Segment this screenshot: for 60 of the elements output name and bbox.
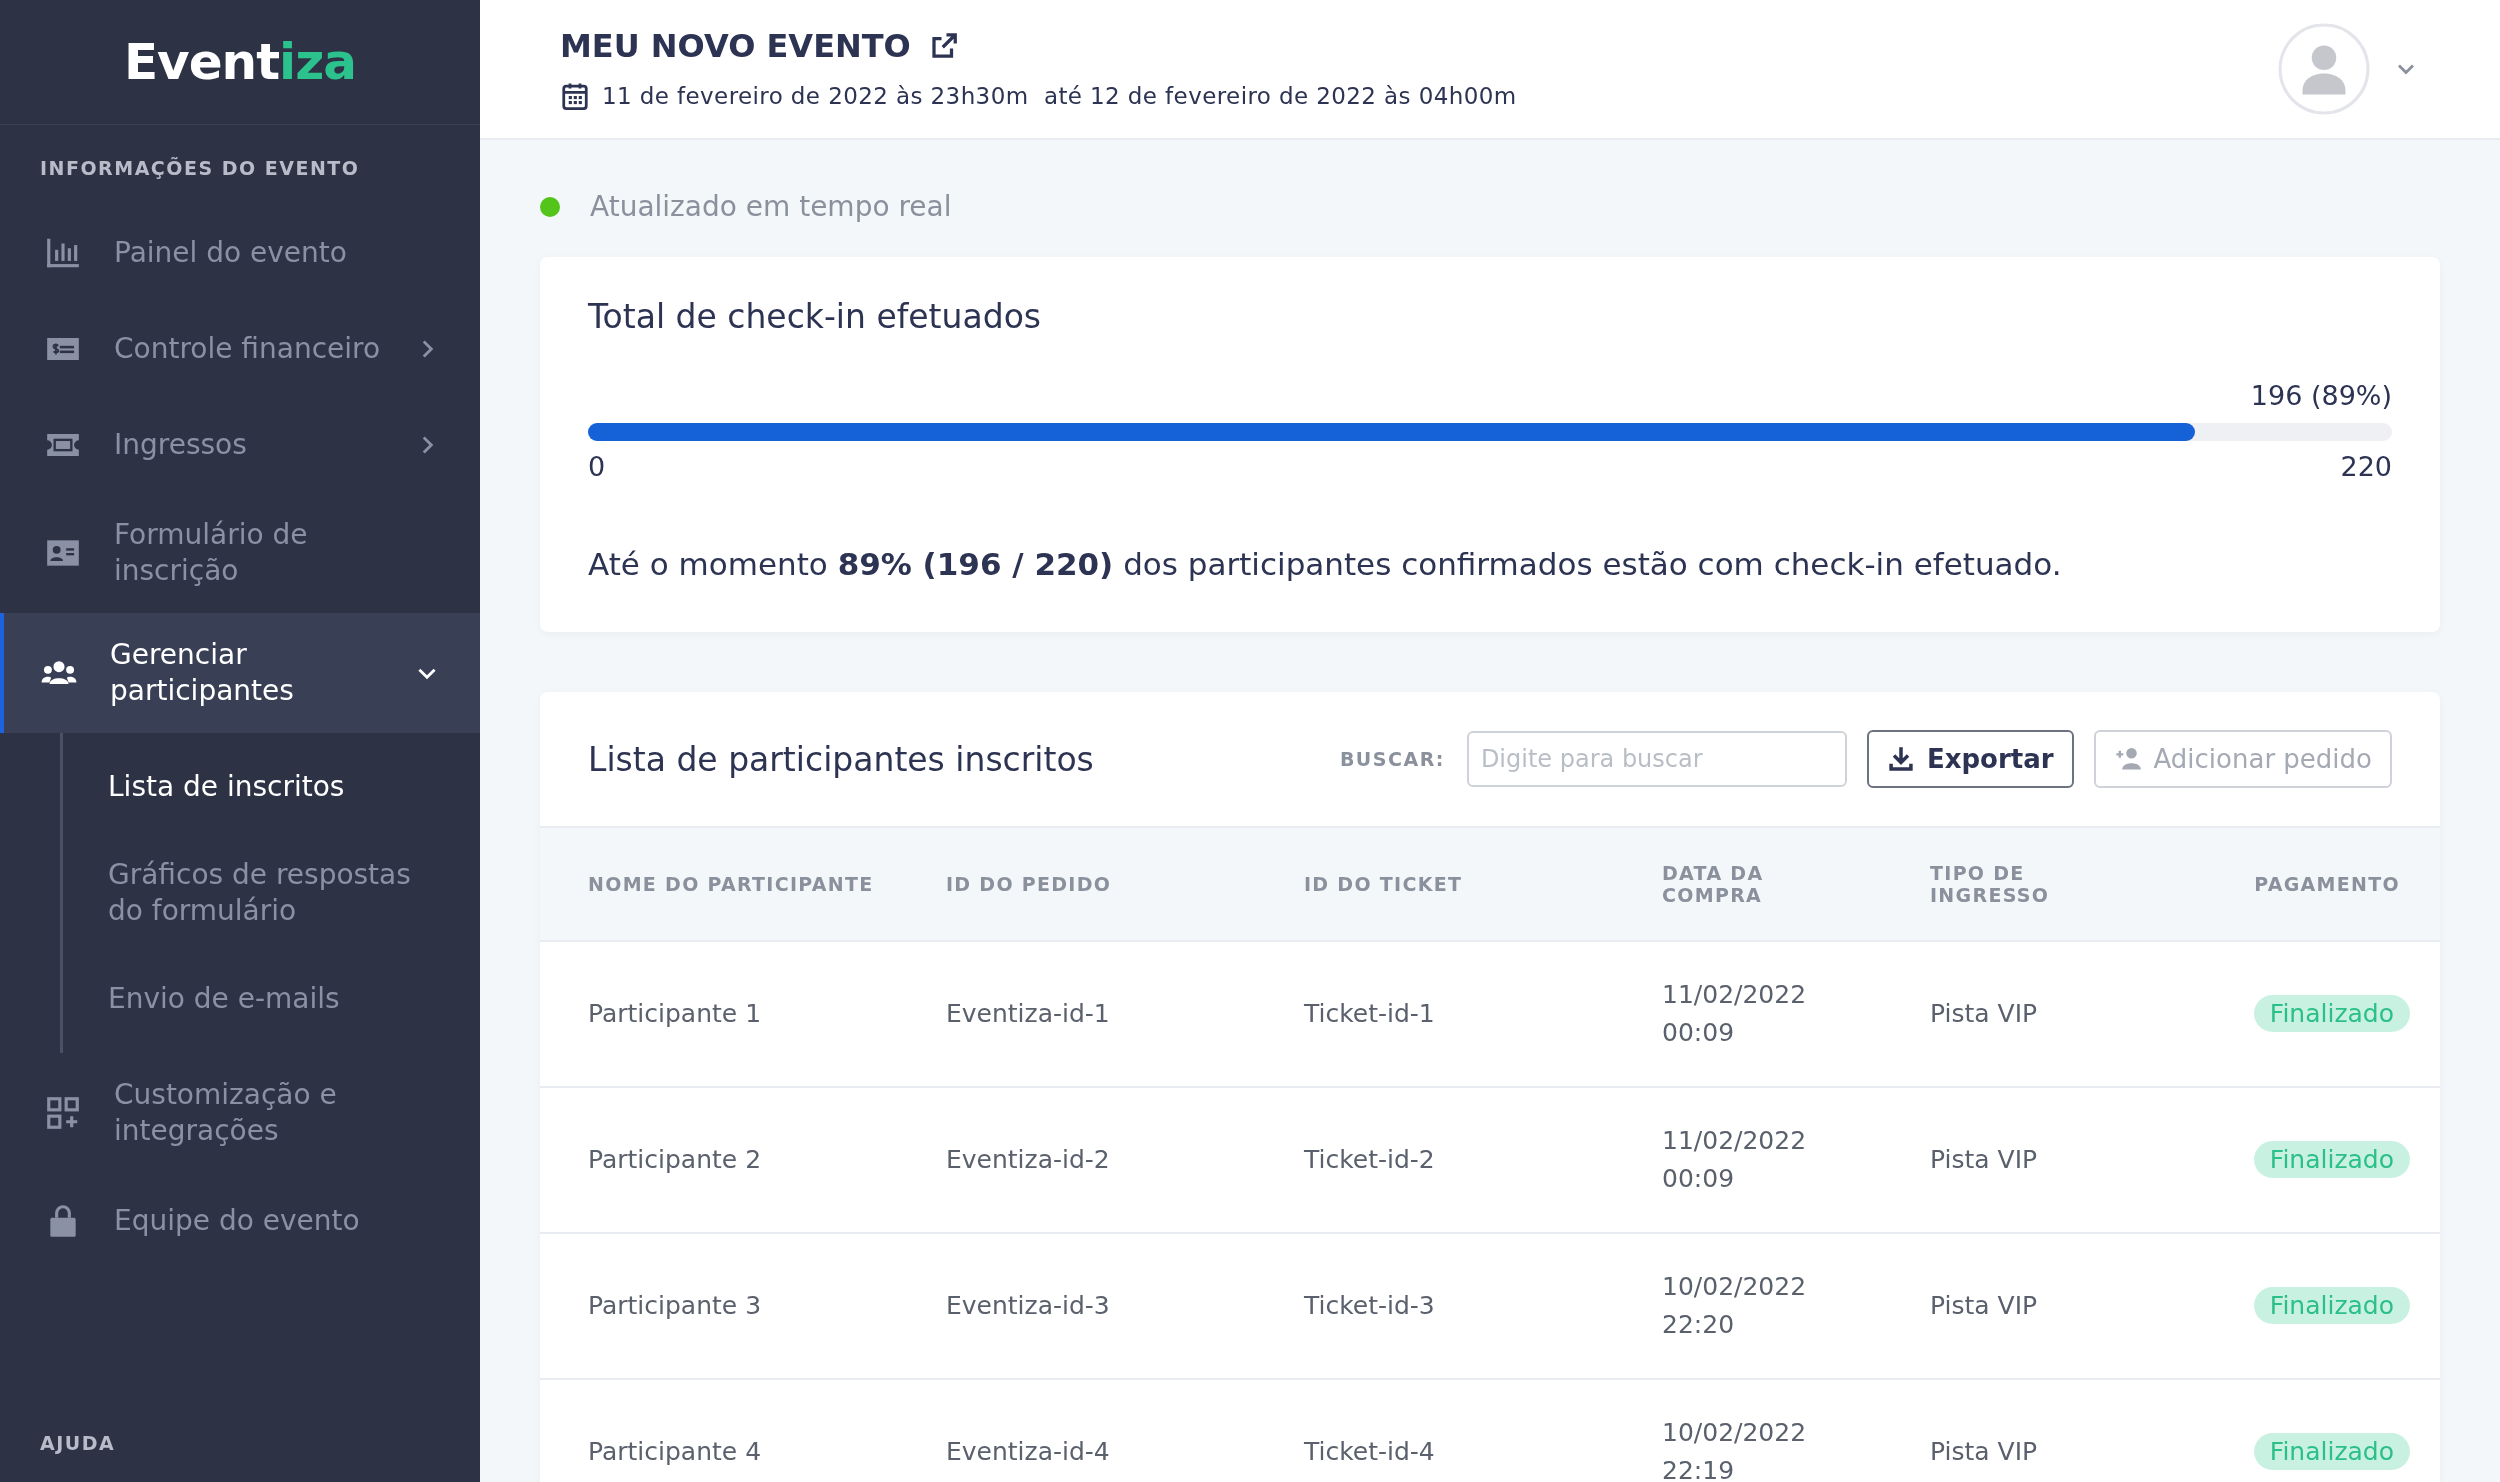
column-header: DATA DA COMPRA	[1614, 828, 1882, 941]
search-label: BUSCAR:	[1339, 748, 1445, 770]
submenu-item[interactable]: Lista de inscritos	[63, 743, 480, 831]
table-cell: Ticket-id-3	[1256, 1233, 1614, 1379]
payment-status: Finalizado	[2253, 995, 2410, 1032]
table-cell: Ticket-id-4	[1256, 1379, 1614, 1482]
table-cell: Ticket-id-2	[1256, 1087, 1614, 1233]
status-label: Atualizado em tempo real	[590, 190, 952, 223]
export-button[interactable]: Exportar	[1866, 730, 2074, 788]
card-title: Lista de participantes inscritos	[588, 739, 1094, 779]
table-cell: Pista VIP	[1882, 1233, 2150, 1379]
section-title: AJUDA	[39, 1432, 117, 1456]
sidebar-item[interactable]: Customização e integrações	[0, 1053, 480, 1173]
table-cell: Participante 4	[540, 1379, 898, 1482]
column-header: TIPO DE INGRESSO	[1882, 828, 2150, 941]
payment-status: Finalizado	[2253, 1433, 2410, 1470]
table-cell: Pista VIP	[1882, 1379, 2150, 1482]
search-field[interactable]: Digite para buscar	[1466, 731, 1847, 787]
table-cell: Ticket-id-1	[1256, 941, 1614, 1087]
table-cell: Participante 1	[540, 941, 898, 1087]
table-cell: Pista VIP	[1882, 1087, 2150, 1233]
progress-max: 220	[2340, 451, 2392, 482]
table-cell: Participante 2	[540, 1087, 898, 1233]
event-title: MEU NOVO EVENTO	[560, 27, 911, 65]
add-person-icon	[2113, 745, 2142, 773]
payment-status: Finalizado	[2253, 1141, 2410, 1178]
submenu-item[interactable]: Envio de e-mails	[63, 955, 480, 1043]
column-header: ID DO TICKET	[1256, 828, 1614, 941]
progress-min: 0	[588, 451, 606, 482]
column-header: NOME DO PARTICIPANTE	[540, 828, 898, 941]
submenu-item[interactable]: Gráficos de respostas do formulário	[63, 831, 480, 955]
avatar-icon[interactable]	[2278, 23, 2370, 115]
sidebar-item[interactable]: Painel do evento	[0, 205, 480, 301]
sidebar-item[interactable]: Gerenciar participantes	[0, 613, 480, 733]
table-cell: Participante 3	[540, 1233, 898, 1379]
table-cell: 11/02/2022 00:09	[1614, 1087, 1882, 1233]
event-dates: 11 de fevereiro de 2022 às 23h30m até 12 de fevereiro de 2022 às 04h00m	[602, 83, 1517, 109]
sidebar-item[interactable]: Ingressos	[0, 397, 480, 493]
table-cell: Pista VIP	[1882, 941, 2150, 1087]
grid-icon	[44, 1094, 82, 1132]
table-cell: Eventiza-id-1	[898, 941, 1256, 1087]
sidebar-item[interactable]: Equipe do evento	[0, 1173, 480, 1269]
table-cell: 10/02/2022 22:20	[1614, 1233, 1882, 1379]
status-dot	[540, 196, 560, 217]
table-cell: Eventiza-id-3	[898, 1233, 1256, 1379]
download-icon	[1886, 745, 1915, 773]
progress-reading: 196 (89%)	[2250, 380, 2392, 411]
sidebar-item[interactable]: Formulário de inscrição	[0, 493, 480, 613]
sidebar-item[interactable]: Controle financeiro	[0, 301, 480, 397]
table-cell: Eventiza-id-4	[898, 1379, 1256, 1482]
payment-status: Finalizado	[2253, 1287, 2410, 1324]
card-title: Total de check-in efetuados	[588, 297, 1043, 336]
table-cell: Eventiza-id-2	[898, 1087, 1256, 1233]
column-header: PAGAMENTO	[2150, 828, 2440, 941]
checkin-summary: Até o momento 89% (196 / 220) dos participantes confirmados estão com check-in efetuado.	[588, 546, 2063, 582]
table-cell: 11/02/2022 00:09	[1614, 941, 1882, 1087]
column-header: ID DO PEDIDO	[898, 828, 1256, 941]
section-title: INFORMAÇÕES DO EVENTO	[39, 156, 361, 181]
table-cell: 10/02/2022 22:19	[1614, 1379, 1882, 1482]
calendar-icon	[560, 81, 590, 111]
